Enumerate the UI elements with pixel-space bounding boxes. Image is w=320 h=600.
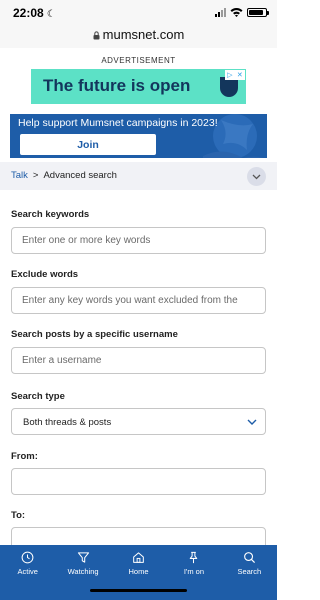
from-date-label: From: bbox=[11, 451, 38, 462]
ad-logo bbox=[220, 77, 238, 97]
lock-icon bbox=[93, 31, 100, 40]
search-type-select[interactable]: Both threads & posts bbox=[11, 408, 266, 435]
nav-im-on[interactable]: I'm on bbox=[166, 545, 221, 582]
chevron-down-icon bbox=[252, 174, 261, 179]
search-type-value: Both threads & posts bbox=[23, 417, 112, 428]
to-date-label: To: bbox=[11, 510, 26, 521]
join-button[interactable]: Join bbox=[20, 134, 156, 155]
breadcrumb-separator: > bbox=[32, 170, 39, 181]
clock-icon bbox=[21, 551, 34, 564]
nav-im-on-label: I'm on bbox=[183, 567, 205, 576]
nav-search-label: Search bbox=[237, 567, 262, 576]
nav-watching[interactable]: Watching bbox=[55, 545, 110, 582]
moon-icon: ☾ bbox=[46, 9, 56, 20]
breadcrumb-talk-link[interactable]: Talk bbox=[11, 170, 28, 181]
ad-label: ADVERTISEMENT bbox=[101, 56, 176, 65]
nav-home-label: Home bbox=[128, 567, 149, 576]
ad-headline: The future is open bbox=[43, 76, 191, 95]
status-icons bbox=[215, 7, 269, 17]
breadcrumb-current: Advanced search bbox=[43, 170, 117, 181]
chevron-down-icon bbox=[247, 419, 257, 425]
wifi-icon bbox=[230, 8, 243, 17]
browser-url-bar[interactable]: mumsnet.com bbox=[0, 24, 277, 48]
home-icon bbox=[133, 552, 144, 563]
keywords-label: Search keywords bbox=[11, 209, 90, 220]
campaign-text: Help support Mumsnet campaigns in 2023! bbox=[18, 117, 218, 129]
nav-active[interactable]: Active bbox=[0, 545, 55, 582]
nav-home[interactable]: Home bbox=[111, 545, 166, 582]
ad-choices-icon[interactable]: ▷ ✕ bbox=[225, 70, 245, 80]
pin-icon bbox=[190, 551, 198, 564]
ad-banner[interactable]: The future is open ▷ ✕ bbox=[31, 69, 246, 104]
exclude-words-label: Exclude words bbox=[11, 269, 79, 280]
browser-domain: mumsnet.com bbox=[102, 27, 185, 42]
nav-active-label: Active bbox=[17, 567, 38, 576]
nav-watching-label: Watching bbox=[67, 567, 99, 576]
battery-icon bbox=[247, 7, 269, 17]
home-indicator[interactable] bbox=[90, 589, 187, 592]
username-label: Search posts by a specific username bbox=[11, 329, 178, 340]
campaign-banner: Help support Mumsnet campaigns in 2023! … bbox=[10, 114, 267, 158]
status-time: 22:08 ☾ bbox=[13, 6, 56, 20]
bottom-nav: Active Watching Home I'm on Search bbox=[0, 545, 277, 582]
keywords-input[interactable] bbox=[11, 227, 266, 254]
battery-level bbox=[249, 9, 264, 15]
status-bar: 22:08 ☾ bbox=[0, 0, 277, 24]
search-icon bbox=[243, 552, 255, 564]
nav-search[interactable]: Search bbox=[222, 545, 277, 582]
username-input[interactable] bbox=[11, 347, 266, 374]
search-type-label: Search type bbox=[11, 391, 65, 402]
breadcrumb-expand-button[interactable] bbox=[247, 167, 266, 186]
from-date-input[interactable] bbox=[11, 468, 266, 495]
filter-icon bbox=[77, 552, 89, 563]
signal-icon bbox=[215, 7, 226, 17]
exclude-words-input[interactable] bbox=[11, 287, 266, 314]
breadcrumb: Talk > Advanced search bbox=[0, 162, 277, 190]
